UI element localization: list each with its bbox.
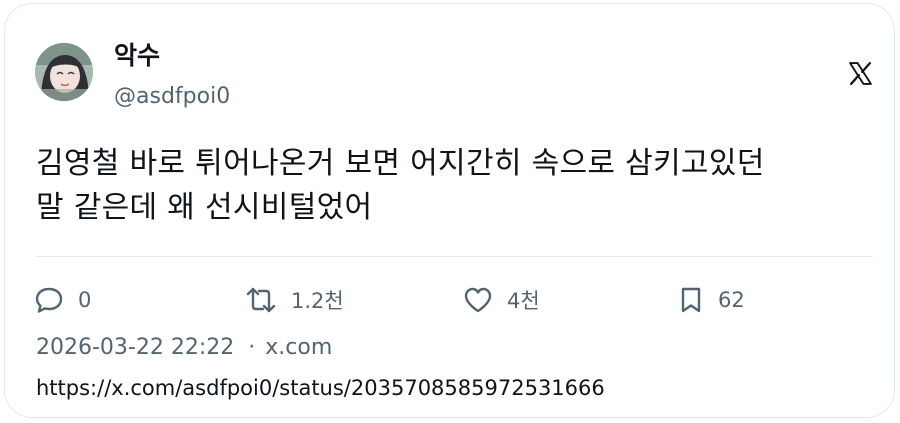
reply-icon [35,287,63,313]
heart-icon [464,287,492,313]
display-name[interactable]: 악수 [114,41,160,71]
tweet-url[interactable]: https://x.com/asdfpoi0/status/2035708585… [36,374,605,402]
retweet-icon [246,287,276,313]
reply-count: 0 [78,288,92,312]
tweet-text-line: 김영철 바로 튀어나온거 보면 어지간히 속으로 삼키고있던 [36,146,765,181]
timestamp[interactable]: 2026-03-22 22:22 [36,335,234,360]
retweet-count: 1.2천 [291,289,344,313]
like-button[interactable]: 4천 [463,285,540,315]
divider [36,256,873,257]
handle[interactable]: @asdfpoi0 [114,84,230,110]
reply-button[interactable]: 0 [34,285,91,315]
bookmark-button[interactable]: 62 [678,285,745,315]
x-logo-icon[interactable] [848,61,873,86]
like-count: 4천 [507,289,540,313]
retweet-button[interactable]: 1.2천 [245,285,344,315]
tweet-text: 김영철 바로 튀어나온거 보면 어지간히 속으로 삼키고있던 말 같은데 왜 선… [36,142,881,230]
meta-separator: · [248,335,256,360]
tweet-card: 악수 @asdfpoi0 김영철 바로 튀어나온거 보면 어지간히 속으로 삼키… [4,3,895,418]
source-label[interactable]: x.com [265,335,332,360]
bookmark-count: 62 [718,288,745,312]
bookmark-icon [681,287,701,313]
avatar[interactable] [35,43,93,101]
avatar-image [35,43,93,101]
tweet-text-line: 말 같은데 왜 선시비털었어 [36,190,373,225]
tweet-meta: 2026-03-22 22:22 · x.com [36,334,332,362]
